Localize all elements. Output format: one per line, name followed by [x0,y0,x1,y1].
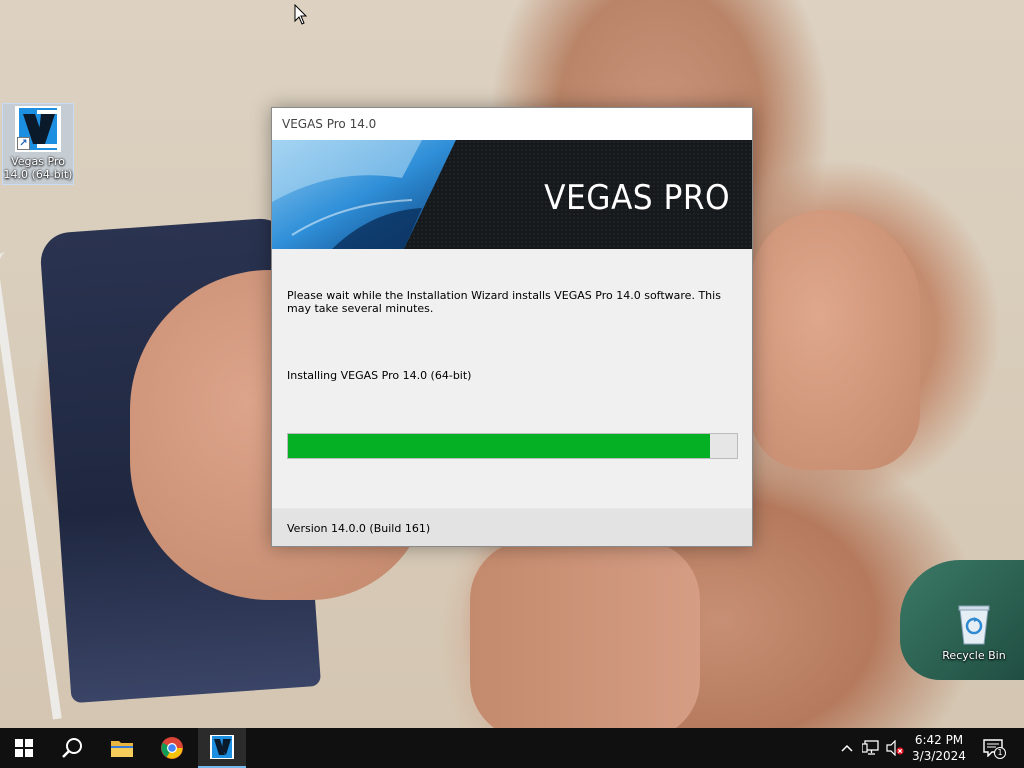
folder-icon [111,741,133,757]
progress-fill [288,434,711,458]
desktop-icon-label: Recycle Bin [942,649,1006,662]
show-hidden-icons-button[interactable] [836,728,858,768]
version-label: Version 14.0.0 (Build 161) [287,522,431,535]
chrome-icon [161,737,183,759]
notification-count-badge: 1 [994,747,1006,759]
windows-logo-icon [15,739,33,757]
clock-time: 6:42 PM [914,733,964,747]
desktop-icon-vegas-pro[interactable]: ↗ Vegas Pro 14.0 (64-bit) [2,103,74,185]
volume-tray-button[interactable] [884,728,906,768]
search-icon [62,738,82,758]
dialog-titlebar[interactable]: VEGAS Pro 14.0 [272,108,752,140]
install-progress-bar [287,433,738,459]
wallpaper-figure [750,210,920,470]
install-status: Installing VEGAS Pro 14.0 (64-bit) [287,369,472,382]
vegas-pro-icon [210,735,234,759]
start-button[interactable] [0,728,48,768]
chevron-up-icon [841,744,853,752]
mouse-cursor-icon [294,4,308,25]
taskbar: 6:42 PM 3/3/2024 1 [0,728,1024,768]
volume-muted-icon [886,740,904,756]
banner-title: VEGAS PRO [544,178,730,218]
install-description: Please wait while the Installation Wizar… [287,289,721,315]
action-center-button[interactable]: 1 [978,728,1008,768]
desktop-icon-recycle-bin[interactable]: Recycle Bin [938,603,1010,662]
vegas-installer-taskbar-button[interactable] [198,728,246,768]
taskbar-clock[interactable]: 6:42 PM 3/3/2024 [906,728,972,768]
recycle-bin-icon [957,603,991,645]
network-tray-button[interactable] [860,728,882,768]
search-button[interactable] [48,728,96,768]
shortcut-arrow-icon: ↗ [17,137,30,150]
installer-dialog: VEGAS Pro 14.0 VEGAS PRO Please wait whi… [271,107,753,547]
vegas-pro-icon: ↗ [15,106,61,152]
dialog-footer: Version 14.0.0 (Build 161) [272,508,752,546]
desktop-icon-label: Vegas Pro 14.0 (64-bit) [3,155,73,181]
dialog-banner: VEGAS PRO [272,140,752,249]
clock-date: 3/3/2024 [912,749,966,763]
chrome-button[interactable] [148,728,196,768]
dialog-title: VEGAS Pro 14.0 [282,117,377,131]
dialog-content: Please wait while the Installation Wizar… [272,249,752,509]
wallpaper-figure [470,540,700,728]
network-icon [862,740,879,755]
file-explorer-button[interactable] [98,728,146,768]
